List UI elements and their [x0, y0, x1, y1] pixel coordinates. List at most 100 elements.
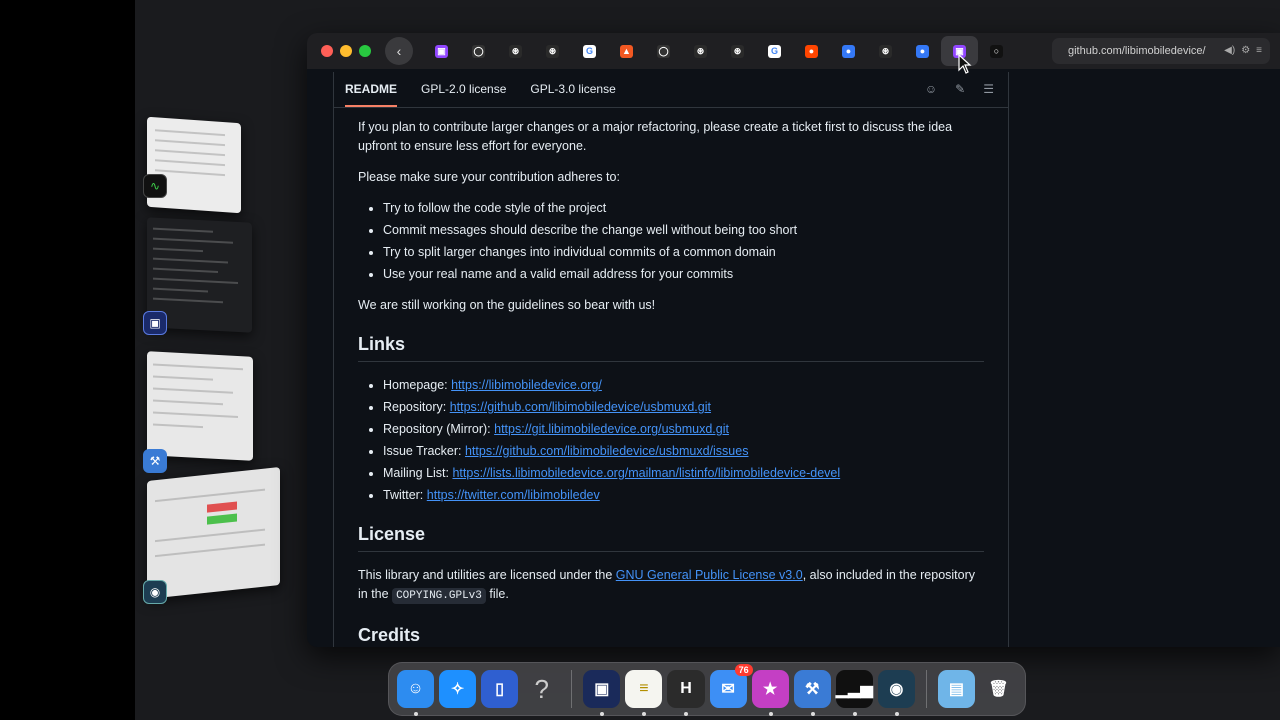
github-icon: ◯ — [657, 44, 670, 58]
browser-tab[interactable]: ● — [793, 36, 830, 66]
browser-tab[interactable]: ◯ — [460, 36, 497, 66]
list-item: Repository (Mirror): https://git.libimob… — [383, 420, 984, 439]
repository-link[interactable]: https://github.com/libimobiledevice/usbm… — [450, 400, 711, 414]
list-item: Use your real name and a valid email add… — [383, 265, 984, 284]
stage-manager-window-xcode[interactable] — [147, 351, 253, 461]
translate-icon[interactable]: ⚙ — [1241, 45, 1250, 56]
dock-app-blue-icon[interactable]: ▯ — [481, 670, 519, 708]
dock-safari-icon[interactable]: ✧ — [439, 670, 477, 708]
readme-toolbar: ☺ ✎ ☰ — [925, 82, 994, 96]
brave-icon: ▲ — [620, 44, 633, 58]
menu-icon[interactable]: ≡ — [1256, 45, 1262, 56]
license-heading: License — [358, 525, 984, 552]
close-window-button[interactable] — [321, 45, 333, 57]
running-indicator — [768, 712, 773, 716]
page-right-area — [1009, 72, 1280, 647]
tab-strip: ▣ ◯ ⊛ ⊛ G ▲ ◯ ⊛ ⊛ G ● ● ⊛ ● ▣ ○ — [423, 36, 1015, 66]
dock-downloads-folder-icon[interactable]: ▤ — [937, 670, 975, 708]
openai-icon: ⊛ — [509, 44, 522, 58]
copilot-icon[interactable]: ☺ — [925, 82, 937, 96]
twitch-icon: ▣ — [435, 44, 448, 58]
address-bar[interactable]: github.com/libimobiledevice/ ◀) ⚙ ≡ — [1052, 38, 1270, 64]
running-indicator — [684, 712, 689, 716]
back-button[interactable]: ‹ — [385, 37, 413, 65]
list-item: Try to split larger changes into individ… — [383, 243, 984, 262]
dock-finder-icon[interactable]: ☺ — [397, 670, 435, 716]
list-item: Twitter: https://twitter.com/libimobiled… — [383, 486, 984, 505]
dock-mail-icon[interactable]: ✉ 76 — [709, 664, 753, 708]
instruments-beta-icon: ◉ — [143, 580, 167, 604]
running-indicator — [894, 712, 899, 716]
repository-mirror-link[interactable]: https://git.libimobiledevice.org/usbmuxd… — [494, 422, 729, 436]
browser-tab[interactable]: G — [571, 36, 608, 66]
browser-tab[interactable]: ● — [904, 36, 941, 66]
stage-manager-window-activity-monitor[interactable] — [147, 116, 241, 214]
dock-instruments-beta-icon[interactable]: ◉ — [877, 670, 915, 716]
homepage-link[interactable]: https://libimobiledevice.org/ — [451, 378, 602, 392]
circle-icon: ○ — [990, 44, 1003, 58]
outline-list-icon[interactable]: ☰ — [983, 82, 994, 96]
still-working-paragraph: We are still working on the guidelines s… — [358, 298, 656, 312]
google-icon: G — [583, 44, 596, 58]
dock-xcode-beta-icon[interactable]: ⚒ — [793, 670, 831, 716]
list-item: Issue Tracker: https://github.com/libimo… — [383, 442, 984, 461]
browser-tab[interactable]: ○ — [978, 36, 1015, 66]
zoom-window-button[interactable] — [359, 45, 371, 57]
dock-activity-monitor-icon[interactable]: ▁▂▅ — [835, 670, 873, 716]
tab-readme[interactable]: README — [345, 82, 398, 107]
browser-tab[interactable]: ● — [830, 36, 867, 66]
dock-app-store-beta-icon[interactable]: ★ — [751, 670, 789, 716]
browser-tab[interactable]: ⊛ — [719, 36, 756, 66]
dock-help-icon[interactable]: ? — [523, 670, 560, 708]
browser-icon: ● — [842, 44, 855, 58]
reddit-icon: ● — [805, 44, 818, 58]
dock-notes-icon[interactable]: ≡ — [625, 670, 663, 716]
mail-unread-badge: 76 — [734, 664, 753, 676]
dock-terminal-app-icon[interactable]: ▣ — [583, 670, 621, 716]
issue-tracker-link[interactable]: https://github.com/libimobiledevice/usbm… — [465, 444, 748, 458]
dock-hammerspoon-icon[interactable]: H — [667, 670, 705, 716]
tab-gpl2-license[interactable]: GPL-2.0 license — [421, 82, 506, 107]
speaker-icon[interactable]: ◀) — [1224, 45, 1235, 56]
dock-separator — [571, 670, 573, 708]
list-item: Homepage: https://libimobiledevice.org/ — [383, 376, 984, 395]
browser-toolbar: ‹ ▣ ◯ ⊛ ⊛ G ▲ ◯ ⊛ ⊛ G ● ● ⊛ ● ▣ ○ github.com/libimobile… — [307, 33, 1280, 69]
openai-icon: ⊛ — [694, 44, 707, 58]
browser-tab[interactable]: G — [756, 36, 793, 66]
browser-tab[interactable]: ⊛ — [534, 36, 571, 66]
gpl-v3-link[interactable]: GNU General Public License v3.0 — [616, 568, 803, 582]
running-indicator — [642, 712, 647, 716]
browser-tab[interactable]: ⊛ — [867, 36, 904, 66]
minimize-window-button[interactable] — [340, 45, 352, 57]
browser-tab[interactable]: ◯ — [645, 36, 682, 66]
readme-content: If you plan to contribute larger changes… — [334, 108, 1008, 647]
guidelines-list: Try to follow the code style of the proj… — [383, 199, 984, 284]
list-item: Try to follow the code style of the proj… — [383, 199, 984, 218]
browser-tab[interactable]: ⊛ — [682, 36, 719, 66]
mouse-pointer-icon — [958, 54, 972, 74]
edit-pencil-icon[interactable]: ✎ — [955, 82, 965, 96]
ghostty-icon: ▣ — [143, 311, 167, 335]
dock: ☺ ✧ ▯? ▣ ≡ H ✉ 76 ★ ⚒ ▁▂▅ ◉ ▤ 🗑 — [388, 662, 1026, 716]
address-text: github.com/libimobiledevice/ — [1068, 45, 1206, 57]
readme-panel: README GPL-2.0 license GPL-3.0 license ☺… — [333, 72, 1009, 647]
license-filename: COPYING.GPLv3 — [392, 588, 486, 604]
google-icon: G — [768, 44, 781, 58]
contribute-paragraph: If you plan to contribute larger changes… — [358, 120, 953, 153]
links-list: Homepage: https://libimobiledevice.org/ … — [383, 376, 984, 505]
tab-gpl3-license[interactable]: GPL-3.0 license — [530, 82, 615, 107]
dock-trash-icon[interactable]: 🗑 — [980, 670, 1017, 708]
stage-manager-window-instruments[interactable] — [147, 467, 280, 599]
xcode-beta-icon: ⚒ — [143, 449, 167, 473]
browser-tab[interactable]: ▣ — [423, 36, 460, 66]
browser-tab[interactable]: ▲ — [608, 36, 645, 66]
openai-icon: ⊛ — [879, 44, 892, 58]
list-item: Mailing List: https://lists.libimobilede… — [383, 464, 984, 483]
readme-tab-bar: README GPL-2.0 license GPL-3.0 license ☺… — [334, 72, 1008, 108]
browser-tab[interactable]: ⊛ — [497, 36, 534, 66]
mailing-list-link[interactable]: https://lists.libimobiledevice.org/mailm… — [452, 466, 840, 480]
dock-separator — [925, 670, 927, 708]
links-heading: Links — [358, 335, 984, 362]
twitter-link[interactable]: https://twitter.com/libimobiledev — [427, 488, 600, 502]
license-paragraph: This library and utilities are licensed … — [358, 568, 976, 604]
